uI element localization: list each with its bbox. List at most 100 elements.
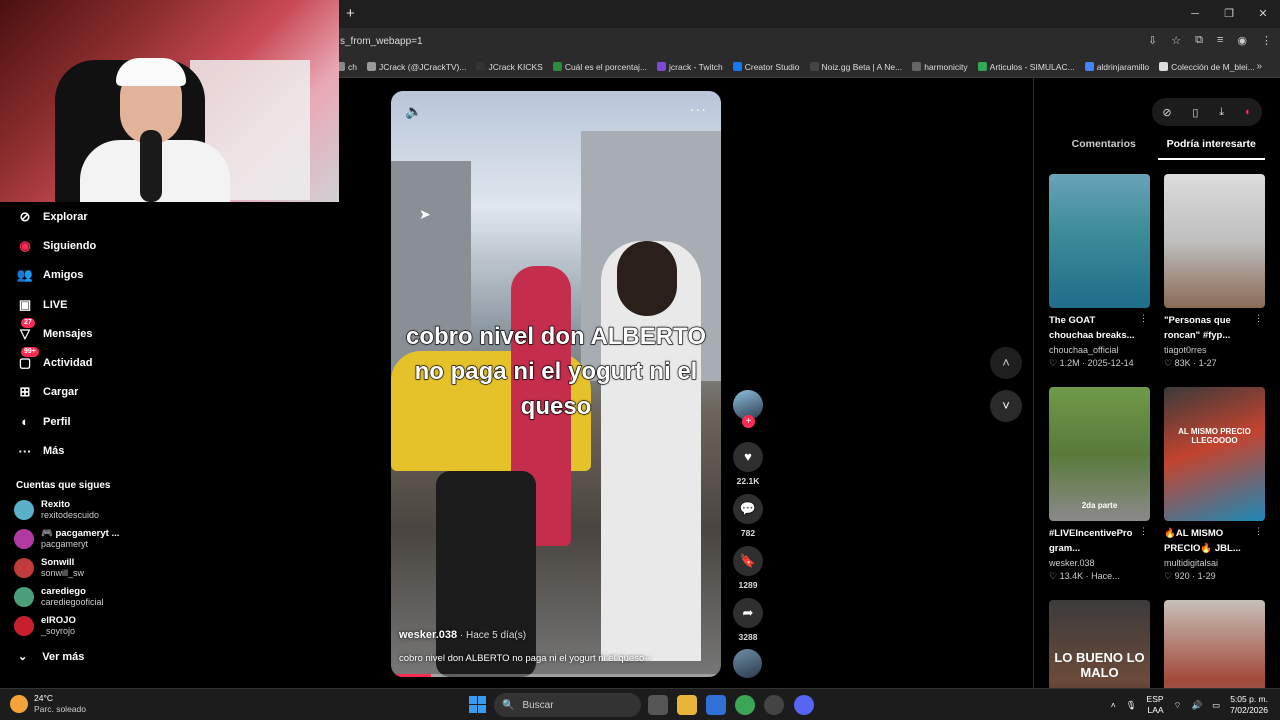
video-author-name[interactable]: wesker.038 [399,629,457,641]
recommended-video-card[interactable]: 2da parte #LIVEIncentivePro gram... ⋮ weske… [1049,387,1150,583]
sidebar-item-actividad[interactable]: ▢ 99+ Actividad [0,347,150,377]
compass-icon[interactable]: ⊘ [1162,106,1171,119]
bookmark-item[interactable]: Creator Studio [732,62,800,72]
video-progress-bar[interactable] [391,674,721,677]
mail-icon[interactable] [706,695,726,715]
video-player[interactable]: cobro nivel don ALBERTO no paga ni el yo… [391,91,721,677]
bookmark-item[interactable]: Articulos - SIMULAC... [977,62,1075,72]
comment-icon[interactable]: 💬 [733,494,763,524]
previous-video-button[interactable]: ˄ [990,347,1022,379]
bookmark-item[interactable]: Colección de M_blei... [1159,62,1255,72]
card-menu-icon[interactable]: ⋮ [1254,313,1263,324]
sidebar-item-perfil[interactable]: ◐ Perfil [0,407,150,436]
card-author[interactable]: chouchaa_official [1049,344,1150,357]
card-title[interactable]: 🔥AL MISMO PRECIO🔥 JBL... [1164,526,1265,556]
video-author[interactable]: wesker.038 · Hace 5 día(s) [399,629,526,641]
language-indicator[interactable]: ESP LAA [1147,694,1164,716]
tab-comments[interactable]: Comentarios [1050,138,1158,160]
extensions-icon[interactable]: ⧉ [1195,34,1203,47]
close-icon[interactable]: ✕ [1246,0,1280,28]
card-author[interactable]: tiagot0rres [1164,344,1265,357]
install-icon[interactable]: ⇩ [1148,34,1157,47]
bookmark-item[interactable]: aldrinjaramillo [1084,62,1149,72]
clock[interactable]: 5:05 p. m. 7/02/2026 [1230,694,1268,716]
bookmark-icon[interactable]: 🔖 [733,546,763,576]
task-view-icon[interactable] [648,695,668,715]
card-menu-icon[interactable]: ⋮ [1254,526,1263,537]
card-title[interactable]: "Personas que roncan" #fyp... [1164,313,1265,343]
bookmark-item[interactable]: Cuál es el porcentaj... [552,62,647,72]
browser-menu-icon[interactable]: ⋮ [1261,34,1272,47]
music-disc-icon[interactable] [733,649,762,678]
share-action[interactable]: ➦ 3288 [731,598,765,642]
more-options-icon[interactable]: ··· [690,101,707,117]
sidebar-item-más[interactable]: ··· Más [0,436,150,465]
next-video-button[interactable]: ˅ [990,390,1022,422]
restore-icon[interactable]: ❐ [1212,0,1246,28]
chrome-icon[interactable] [735,695,755,715]
like-action[interactable]: ♥ 22.1K [731,442,765,486]
follow-plus-icon[interactable]: + [742,415,755,428]
recommended-video-card[interactable]: "Personas que roncan" #fyp... ⋮ tiagot0rre… [1164,174,1265,370]
file-explorer-icon[interactable] [677,695,697,715]
card-menu-icon[interactable]: ⋮ [1139,313,1148,324]
sidebar-item-amigos[interactable]: 👥 Amigos [0,261,150,290]
creator-avatar[interactable]: + [733,390,763,428]
video-thumbnail[interactable]: AL MISMO PRECIO LLEGOOOO [1164,387,1265,521]
followed-account[interactable]: Rexito rexitodescuido [14,499,99,521]
profile-icon[interactable]: ◉ [1237,34,1247,47]
weather-widget[interactable]: 24°C Parc. soleado [10,693,86,715]
tray-chevron-icon[interactable]: ˄ [1111,700,1116,710]
comment-action[interactable]: 💬 782 [731,494,765,538]
download-icon[interactable]: ⤓ [1219,106,1224,119]
phone-icon[interactable]: ▯ [1192,106,1198,119]
sidebar-item-cargar[interactable]: ⊞ Cargar [0,378,150,407]
bookmarks-overflow-icon[interactable]: » [1256,61,1262,72]
bookmark-item[interactable]: JCrack (@JCrackTV)... [366,62,466,72]
discord-icon[interactable] [794,695,814,715]
followed-account[interactable]: Sonwill sonwill_sw [14,557,84,579]
taskbar-search[interactable]: 🔍 Buscar [494,693,641,717]
volume-icon[interactable]: 🔈 [405,103,422,120]
card-author[interactable]: wesker.038 [1049,557,1150,570]
obs-icon[interactable] [764,695,784,715]
sidebar-item-live[interactable]: ▣ LIVE [0,290,150,319]
bookmark-item[interactable]: Noiz.gg Beta | A Ne... [809,62,902,72]
bookmark-item[interactable]: harmonicity [912,62,968,72]
minimize-icon[interactable]: ─ [1178,0,1212,28]
wifi-icon[interactable]: ⌔ [1174,700,1182,711]
share-icon[interactable]: ➦ [733,598,763,628]
followed-account[interactable]: elROJO _soyrojo [14,615,76,637]
video-thumbnail[interactable] [1164,174,1265,308]
see-more-button[interactable]: ⌄ Ver más [18,650,84,664]
card-author[interactable]: multidigitalsai [1164,557,1265,570]
followed-account[interactable]: 🎮 pacgameryt ... pacgameryt [14,528,119,550]
recommended-video-card[interactable]: The GOAT chouchaa breaks... ⋮ chouchaa_off… [1049,174,1150,370]
video-thumbnail[interactable] [1049,174,1150,308]
save-action[interactable]: 🔖 1289 [731,546,765,590]
video-thumbnail[interactable]: 2da parte [1049,387,1150,521]
tab-recommended[interactable]: Podría interesarte [1157,138,1265,160]
microphone-icon[interactable]: 🎙 [1126,700,1137,711]
bookmark-item[interactable]: jcrack - Twitch [657,62,723,72]
new-tab-button[interactable]: + [346,5,355,22]
sidebar-item-explorar[interactable]: ⊘ Explorar [0,202,150,231]
windows-start-icon[interactable] [469,696,486,713]
sidebar-item-mensajes[interactable]: ▽ 27 Mensajes [0,317,150,348]
bookmark-star-icon[interactable]: ☆ [1171,34,1181,47]
tab-search-icon[interactable]: ≡ [1217,34,1223,47]
card-title[interactable]: The GOAT chouchaa breaks... [1049,313,1150,343]
bookmark-item[interactable]: JCrack KICKS [476,62,543,72]
battery-icon[interactable]: ▭ [1212,700,1220,711]
tiktok-logo-icon[interactable]: ◐ [1245,106,1252,118]
heart-icon[interactable]: ♥ [733,442,763,472]
bookmark-item[interactable]: ch [336,62,357,72]
search-icon: 🔍 [502,699,515,711]
followed-account[interactable]: carediego carediegooficial [14,586,104,608]
url-text[interactable]: s_from_webapp=1 [340,36,423,47]
speaker-icon[interactable]: 🔊 [1192,700,1203,711]
card-title[interactable]: #LIVEIncentivePro gram... [1049,526,1150,556]
sidebar-item-siguiendo[interactable]: ◉ Siguiendo [0,231,150,260]
card-menu-icon[interactable]: ⋮ [1139,526,1148,537]
recommended-video-card[interactable]: AL MISMO PRECIO LLEGOOOO 🔥AL MISMO PRECIO… [1164,387,1265,583]
